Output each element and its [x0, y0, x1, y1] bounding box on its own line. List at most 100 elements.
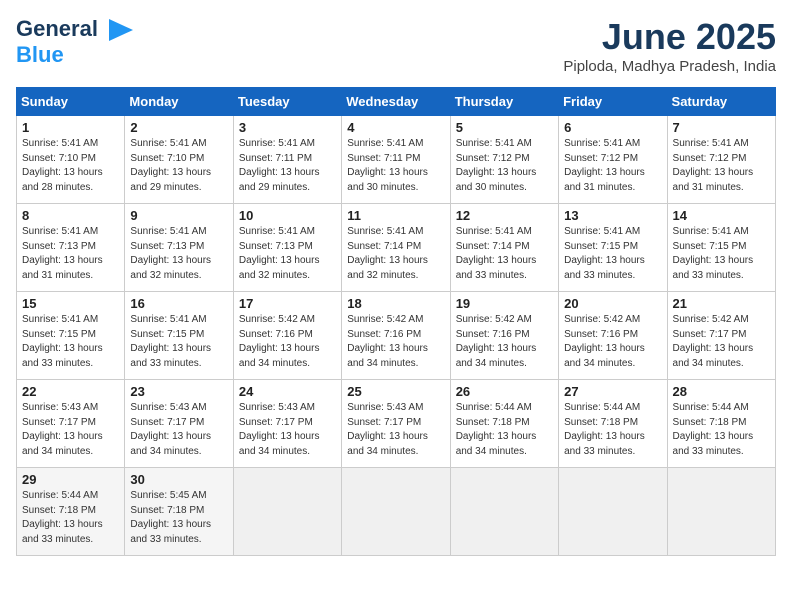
day-cell-24: 24Sunrise: 5:43 AMSunset: 7:17 PMDayligh… [233, 380, 341, 468]
weekday-header-wednesday: Wednesday [342, 88, 450, 116]
day-number-24: 24 [239, 384, 336, 399]
day-info-20: Sunrise: 5:42 AMSunset: 7:16 PMDaylight:… [564, 313, 661, 371]
day-info-15: Sunrise: 5:41 AMSunset: 7:15 PMDaylight:… [22, 313, 119, 371]
day-number-15: 15 [22, 296, 119, 311]
day-info-17: Sunrise: 5:42 AMSunset: 7:16 PMDaylight:… [239, 313, 336, 371]
day-info-26: Sunrise: 5:44 AMSunset: 7:18 PMDaylight:… [456, 401, 553, 459]
day-number-30: 30 [130, 472, 227, 487]
day-info-22: Sunrise: 5:43 AMSunset: 7:17 PMDaylight:… [22, 401, 119, 459]
empty-cell [233, 468, 341, 556]
calendar-header-row: SundayMondayTuesdayWednesdayThursdayFrid… [17, 88, 776, 116]
day-number-1: 1 [22, 120, 119, 135]
week-row-2: 8Sunrise: 5:41 AMSunset: 7:13 PMDaylight… [17, 204, 776, 292]
day-info-1: Sunrise: 5:41 AMSunset: 7:10 PMDaylight:… [22, 137, 119, 195]
day-number-21: 21 [673, 296, 770, 311]
day-number-4: 4 [347, 120, 444, 135]
day-cell-30: 30 Sunrise: 5:45 AMSunset: 7:18 PMDayligh… [125, 468, 233, 556]
day-number-3: 3 [239, 120, 336, 135]
day-number-12: 12 [456, 208, 553, 223]
day-cell-18: 18 Sunrise: 5:42 AMSunset: 7:16 PMDayligh… [342, 292, 450, 380]
day-info-8: Sunrise: 5:41 AMSunset: 7:13 PMDaylight:… [22, 225, 119, 283]
day-cell-29: 29Sunrise: 5:44 AMSunset: 7:18 PMDayligh… [17, 468, 125, 556]
day-info-28: Sunrise: 5:44 AMSunset: 7:18 PMDaylight:… [673, 401, 770, 459]
day-info-21: Sunrise: 5:42 AMSunset: 7:17 PMDaylight:… [673, 313, 770, 371]
day-cell-20: 20 Sunrise: 5:42 AMSunset: 7:16 PMDayligh… [559, 292, 667, 380]
day-info-10: Sunrise: 5:41 AMSunset: 7:13 PMDaylight:… [239, 225, 336, 283]
day-cell-14: 14 Sunrise: 5:41 AMSunset: 7:15 PMDayligh… [667, 204, 775, 292]
week-row-4: 22 Sunrise: 5:43 AMSunset: 7:17 PMDayligh… [17, 380, 776, 468]
logo-icon [101, 19, 133, 41]
day-info-25: Sunrise: 5:43 AMSunset: 7:17 PMDaylight:… [347, 401, 444, 459]
day-info-12: Sunrise: 5:41 AMSunset: 7:14 PMDaylight:… [456, 225, 553, 283]
day-cell-7: 7 Sunrise: 5:41 AMSunset: 7:12 PMDaylight… [667, 116, 775, 204]
day-number-10: 10 [239, 208, 336, 223]
day-number-19: 19 [456, 296, 553, 311]
day-number-2: 2 [130, 120, 227, 135]
weekday-header-monday: Monday [125, 88, 233, 116]
day-info-14: Sunrise: 5:41 AMSunset: 7:15 PMDaylight:… [673, 225, 770, 283]
day-number-26: 26 [456, 384, 553, 399]
day-number-14: 14 [673, 208, 770, 223]
day-number-9: 9 [130, 208, 227, 223]
day-info-16: Sunrise: 5:41 AMSunset: 7:15 PMDaylight:… [130, 313, 227, 371]
day-cell-26: 26 Sunrise: 5:44 AMSunset: 7:18 PMDayligh… [450, 380, 558, 468]
weekday-header-thursday: Thursday [450, 88, 558, 116]
week-row-5: 29Sunrise: 5:44 AMSunset: 7:18 PMDayligh… [17, 468, 776, 556]
day-number-18: 18 [347, 296, 444, 311]
month-title: June 2025 [563, 16, 776, 58]
day-info-29: Sunrise: 5:44 AMSunset: 7:18 PMDaylight:… [22, 489, 119, 547]
day-number-16: 16 [130, 296, 227, 311]
weekday-header-sunday: Sunday [17, 88, 125, 116]
day-cell-27: 27Sunrise: 5:44 AMSunset: 7:18 PMDayligh… [559, 380, 667, 468]
day-cell-2: 2Sunrise: 5:41 AMSunset: 7:10 PMDaylight… [125, 116, 233, 204]
logo-text-blue: Blue [16, 42, 64, 67]
day-info-4: Sunrise: 5:41 AMSunset: 7:11 PMDaylight:… [347, 137, 444, 195]
day-cell-3: 3 Sunrise: 5:41 AMSunset: 7:11 PMDaylight… [233, 116, 341, 204]
day-number-13: 13 [564, 208, 661, 223]
day-cell-8: 8Sunrise: 5:41 AMSunset: 7:13 PMDaylight… [17, 204, 125, 292]
day-number-17: 17 [239, 296, 336, 311]
day-info-9: Sunrise: 5:41 AMSunset: 7:13 PMDaylight:… [130, 225, 227, 283]
day-number-22: 22 [22, 384, 119, 399]
day-number-23: 23 [130, 384, 227, 399]
day-cell-25: 25Sunrise: 5:43 AMSunset: 7:17 PMDayligh… [342, 380, 450, 468]
day-info-3: Sunrise: 5:41 AMSunset: 7:11 PMDaylight:… [239, 137, 336, 195]
day-info-11: Sunrise: 5:41 AMSunset: 7:14 PMDaylight:… [347, 225, 444, 283]
empty-cell [667, 468, 775, 556]
day-cell-13: 13Sunrise: 5:41 AMSunset: 7:15 PMDayligh… [559, 204, 667, 292]
day-number-11: 11 [347, 208, 444, 223]
day-cell-19: 19 Sunrise: 5:42 AMSunset: 7:16 PMDayligh… [450, 292, 558, 380]
day-info-19: Sunrise: 5:42 AMSunset: 7:16 PMDaylight:… [456, 313, 553, 371]
day-cell-16: 16 Sunrise: 5:41 AMSunset: 7:15 PMDayligh… [125, 292, 233, 380]
day-number-20: 20 [564, 296, 661, 311]
day-cell-5: 5Sunrise: 5:41 AMSunset: 7:12 PMDaylight… [450, 116, 558, 204]
location-title: Piploda, Madhya Pradesh, India [563, 58, 776, 75]
day-info-7: Sunrise: 5:41 AMSunset: 7:12 PMDaylight:… [673, 137, 770, 195]
day-cell-12: 12 Sunrise: 5:41 AMSunset: 7:14 PMDayligh… [450, 204, 558, 292]
day-cell-23: 23Sunrise: 5:43 AMSunset: 7:17 PMDayligh… [125, 380, 233, 468]
day-cell-4: 4 Sunrise: 5:41 AMSunset: 7:11 PMDaylight… [342, 116, 450, 204]
header: General Blue June 2025 Piploda, Madhya P… [16, 16, 776, 75]
day-cell-11: 11 Sunrise: 5:41 AMSunset: 7:14 PMDayligh… [342, 204, 450, 292]
day-cell-9: 9 Sunrise: 5:41 AMSunset: 7:13 PMDaylight… [125, 204, 233, 292]
day-cell-17: 17 Sunrise: 5:42 AMSunset: 7:16 PMDayligh… [233, 292, 341, 380]
week-row-3: 15 Sunrise: 5:41 AMSunset: 7:15 PMDayligh… [17, 292, 776, 380]
day-number-7: 7 [673, 120, 770, 135]
day-info-18: Sunrise: 5:42 AMSunset: 7:16 PMDaylight:… [347, 313, 444, 371]
day-cell-10: 10 Sunrise: 5:41 AMSunset: 7:13 PMDayligh… [233, 204, 341, 292]
empty-cell [559, 468, 667, 556]
day-number-28: 28 [673, 384, 770, 399]
weekday-header-tuesday: Tuesday [233, 88, 341, 116]
week-row-1: 1 Sunrise: 5:41 AMSunset: 7:10 PMDaylight… [17, 116, 776, 204]
day-info-30: Sunrise: 5:45 AMSunset: 7:18 PMDaylight:… [130, 489, 227, 547]
day-number-27: 27 [564, 384, 661, 399]
day-cell-21: 21 Sunrise: 5:42 AMSunset: 7:17 PMDayligh… [667, 292, 775, 380]
day-cell-6: 6Sunrise: 5:41 AMSunset: 7:12 PMDaylight… [559, 116, 667, 204]
empty-cell [342, 468, 450, 556]
day-cell-28: 28 Sunrise: 5:44 AMSunset: 7:18 PMDayligh… [667, 380, 775, 468]
empty-cell [450, 468, 558, 556]
weekday-header-friday: Friday [559, 88, 667, 116]
weekday-header-saturday: Saturday [667, 88, 775, 116]
title-area: June 2025 Piploda, Madhya Pradesh, India [563, 16, 776, 75]
day-number-5: 5 [456, 120, 553, 135]
